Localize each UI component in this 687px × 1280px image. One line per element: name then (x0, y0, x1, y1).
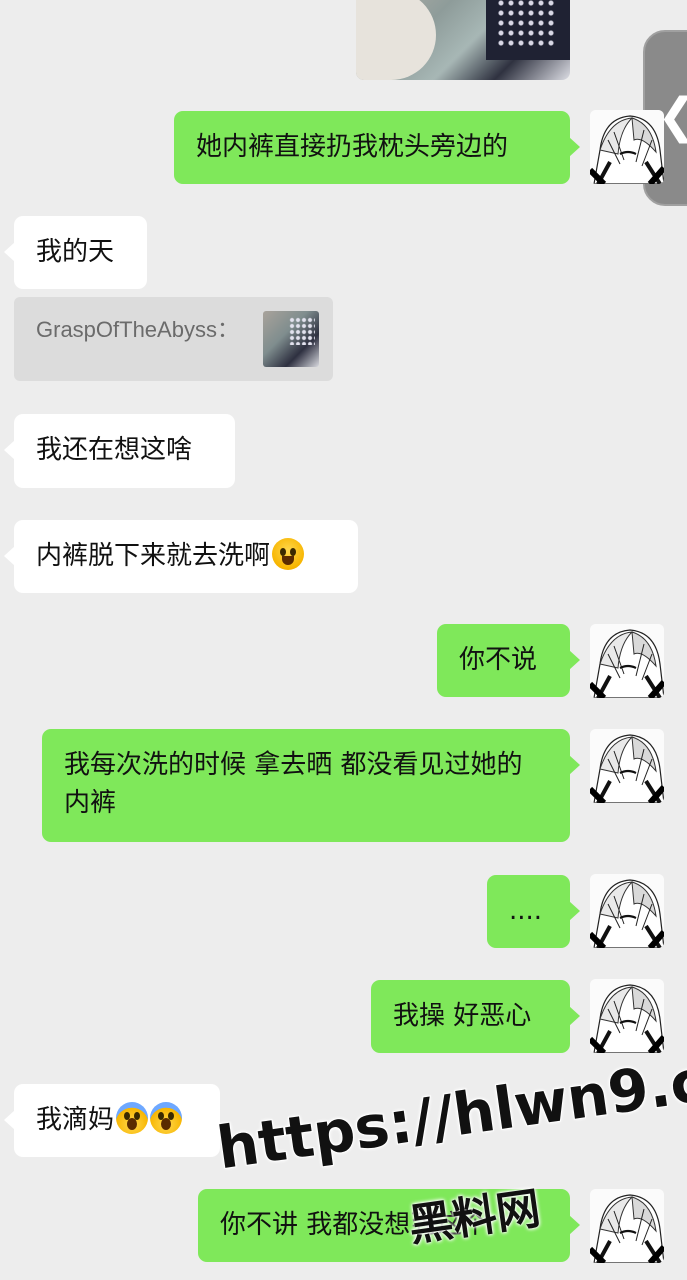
screaming-face-emoji-icon (116, 1102, 149, 1134)
user-avatar[interactable] (590, 874, 664, 948)
quoted-message[interactable]: GraspOfTheAbyss： (14, 297, 333, 381)
image-message[interactable] (356, 0, 570, 80)
message-bubble-received[interactable]: 我还在想这啥 (4, 414, 235, 488)
user-avatar[interactable] (590, 1189, 664, 1263)
message-text: 你不讲 我都没想到这个 (220, 1210, 489, 1240)
message-text: 内裤脱下来就去洗啊 (36, 541, 271, 571)
message-bubble-sent[interactable]: 你不讲 我都没想到这个 (198, 1189, 580, 1262)
user-avatar[interactable] (590, 979, 664, 1053)
message-bubble-sent[interactable]: 你不说 (437, 624, 580, 697)
message-text: 我的天 (36, 237, 115, 267)
message-text: 我操 好恶心 (393, 1001, 532, 1031)
user-avatar[interactable] (590, 110, 664, 184)
photo-region (356, 0, 436, 80)
message-bubble-received[interactable]: 我滴妈 (4, 1084, 220, 1157)
message-text: .... (509, 896, 543, 926)
message-bubble-sent[interactable]: 我每次洗的时候 拿去晒 都没看见过她的内裤 (42, 729, 580, 842)
watermark-url: https://hlwn9.com (212, 1032, 687, 1184)
photo-pattern (496, 0, 556, 48)
message-text: 她内裤直接扔我枕头旁边的 (196, 132, 509, 162)
message-text: 你不说 (459, 645, 538, 675)
message-bubble-sent[interactable]: 我操 好恶心 (371, 980, 580, 1053)
screaming-face-emoji-icon (150, 1102, 183, 1134)
user-avatar[interactable] (590, 624, 664, 698)
message-bubble-received[interactable]: 内裤脱下来就去洗啊 (4, 520, 358, 593)
quote-author: GraspOfTheAbyss： (36, 317, 239, 342)
message-bubble-sent[interactable]: .... (487, 875, 580, 948)
quote-thumbnail (263, 311, 319, 367)
laughing-crying-emoji-icon (272, 538, 305, 570)
message-text: 我滴妈 (36, 1105, 115, 1135)
message-text: 我每次洗的时候 拿去晒 都没看见过她的内裤 (64, 750, 523, 818)
message-text: 我还在想这啥 (36, 435, 193, 465)
message-bubble-sent[interactable]: 她内裤直接扔我枕头旁边的 (174, 111, 580, 184)
message-bubble-received[interactable]: 我的天 (4, 216, 147, 289)
user-avatar[interactable] (590, 729, 664, 803)
